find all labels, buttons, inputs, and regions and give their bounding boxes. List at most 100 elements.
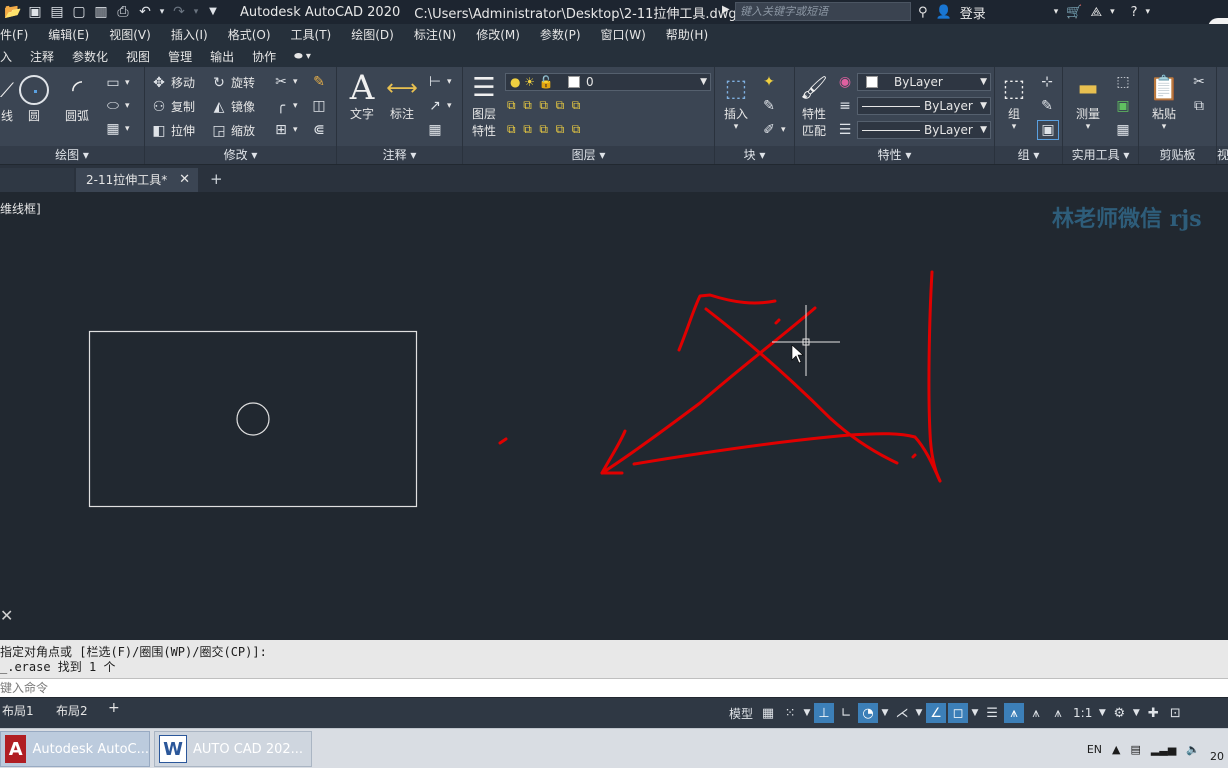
table-icon[interactable]: ▦ xyxy=(427,122,443,138)
polar-dropdown-icon[interactable]: ▼ xyxy=(880,703,890,723)
scale-button[interactable]: ◲ 缩放 xyxy=(211,122,255,139)
signal-icon[interactable]: ▂▃▅ xyxy=(1151,743,1176,756)
exchange-icon[interactable]: ⟁ xyxy=(1090,5,1102,20)
layout-tab-1[interactable]: 布局1 xyxy=(2,702,34,719)
stretch-button[interactable]: ◧ 拉伸 xyxy=(151,122,195,139)
menu-dimension[interactable]: 标注(N) xyxy=(404,26,466,43)
new-tab-plus-icon[interactable]: + xyxy=(210,170,223,188)
trim-button[interactable]: ✂ ▾ xyxy=(273,74,297,90)
drawn-rectangle[interactable] xyxy=(88,330,418,508)
fillet-button[interactable]: ╭ ▾ xyxy=(273,98,298,114)
isodraft-dropdown-icon[interactable]: ▼ xyxy=(914,703,924,723)
panel-title-group[interactable]: 组 ▾ xyxy=(995,146,1062,164)
calculator-icon[interactable]: ▦ xyxy=(1115,122,1131,138)
layer-dropdown[interactable]: ● ☀ 🔓 0 ▼ xyxy=(505,73,711,91)
lineweight-toggle-icon[interactable]: ☰ xyxy=(982,703,1002,723)
ribbon-toggle-icon[interactable]: ⬬ ▾ xyxy=(285,51,320,62)
tab-parametric[interactable]: 参数化 xyxy=(63,48,117,65)
layer-tools-row-1[interactable]: ⧉ ⧉ ⧉ ⧉ ⧉ xyxy=(507,98,580,113)
quick-select-icon[interactable]: ⬚ xyxy=(1115,74,1131,90)
object-snap-icon[interactable]: ◻ xyxy=(948,703,969,723)
panel-title-annotation[interactable]: 注释 ▾ xyxy=(337,146,462,164)
tab-collaborate[interactable]: 协作 xyxy=(243,48,285,65)
paste-tool[interactable]: 📋 粘贴 ▾ xyxy=(1147,71,1181,132)
drawing-canvas[interactable]: 维线框] 林老师微信 rjs ✕ xyxy=(0,193,1228,638)
array-button[interactable]: ⊞ ▾ xyxy=(273,122,297,138)
offset-button[interactable]: ⋐ xyxy=(311,122,327,138)
mirror-button[interactable]: ◭ 镜像 xyxy=(211,98,255,115)
redo-dropdown-icon[interactable]: ▾ xyxy=(192,3,200,21)
help-icon[interactable]: ? xyxy=(1131,5,1138,20)
input-language[interactable]: EN xyxy=(1087,743,1102,756)
linetype-icon[interactable]: ≡ xyxy=(837,98,853,114)
file-tab-active[interactable]: 2-11拉伸工具* ✕ xyxy=(76,168,198,192)
measure-tool[interactable]: ▬ 测量 ▾ xyxy=(1071,71,1105,133)
linetype-dropdown[interactable]: ByLayer ▼ xyxy=(857,97,991,115)
cart-icon[interactable]: 🛒 xyxy=(1066,5,1082,20)
panel-title-draw[interactable]: 绘图 ▾ xyxy=(0,146,144,164)
move-button[interactable]: ✥ 移动 xyxy=(151,74,195,91)
panel-title-layers[interactable]: 图层 ▾ xyxy=(463,146,714,164)
copy-clip-icon[interactable]: ⧉ xyxy=(1191,98,1207,114)
gear-dropdown-icon[interactable]: ▼ xyxy=(1131,703,1141,723)
auto-scale-icon[interactable]: ⩚ xyxy=(1026,703,1046,723)
help-dropdown-icon[interactable]: ▾ xyxy=(1146,7,1151,17)
menu-help[interactable]: 帮助(H) xyxy=(656,26,718,43)
close-icon[interactable]: ✕ xyxy=(179,168,190,192)
publish-icon[interactable]: ▥ xyxy=(92,3,110,21)
tab-manage[interactable]: 管理 xyxy=(159,48,201,65)
circle-tool[interactable]: 圆 xyxy=(17,73,51,124)
color-wheel-icon[interactable]: ◉ xyxy=(837,74,853,90)
cut-icon[interactable]: ✂ xyxy=(1191,74,1207,90)
exchange-dropdown-icon[interactable]: ▾ xyxy=(1110,7,1115,17)
layer-properties-tool[interactable]: ☰ 图层 特性 xyxy=(467,71,501,139)
group-tool[interactable]: ⬚ 组 ▾ xyxy=(997,71,1031,132)
panel-title-view[interactable]: 视 xyxy=(1217,146,1228,164)
clock[interactable]: 20 xyxy=(1210,750,1224,763)
grid-icon[interactable]: ▦ xyxy=(758,703,778,723)
ortho-icon[interactable]: ∟ xyxy=(836,703,856,723)
binoculars-icon[interactable]: ⚲ xyxy=(918,5,928,20)
web-icon[interactable]: ▢ xyxy=(70,3,88,21)
search-input[interactable]: 键入关键字或短语 xyxy=(735,2,911,21)
taskbar-word[interactable]: W AUTO CAD 202... xyxy=(154,731,312,767)
network-adapter-icon[interactable]: ▤ xyxy=(1131,743,1141,756)
rotate-button[interactable]: ↻ 旋转 xyxy=(211,74,255,91)
redo-icon[interactable]: ↷ xyxy=(170,3,188,21)
undo-icon[interactable]: ↶ xyxy=(136,3,154,21)
osnap-dropdown-icon[interactable]: ▼ xyxy=(970,703,980,723)
infer-constraints-icon[interactable]: ⊥ xyxy=(814,703,835,723)
group-edit-icon[interactable]: ✎ xyxy=(1039,98,1055,114)
linear-dim-icon[interactable]: ⊢ ▾ xyxy=(427,74,452,90)
lineweight-dropdown[interactable]: ByLayer ▼ xyxy=(857,121,991,139)
add-layout-plus-icon[interactable]: + xyxy=(108,700,120,716)
annotation-scale-icon[interactable]: ⩚ xyxy=(1048,703,1068,723)
color-dropdown[interactable]: ByLayer ▼ xyxy=(857,73,991,91)
text-tool[interactable]: A 文字 xyxy=(345,68,379,122)
ungroup-icon[interactable]: ⊹ xyxy=(1039,74,1055,90)
menu-tools[interactable]: 工具(T) xyxy=(281,26,342,43)
taskbar-autocad[interactable]: A Autodesk AutoC... xyxy=(0,731,150,767)
select-all-icon[interactable]: ▣ xyxy=(1115,98,1131,114)
rectangle-icon[interactable]: ▭ ▾ xyxy=(105,75,129,91)
scale-dropdown-icon[interactable]: ▼ xyxy=(1097,703,1107,723)
layer-tools-row-2[interactable]: ⧉ ⧉ ⧉ ⧉ ⧉ xyxy=(507,122,580,137)
panel-title-utilities[interactable]: 实用工具 ▾ xyxy=(1063,146,1138,164)
menu-view[interactable]: 视图(V) xyxy=(99,26,161,43)
panel-title-block[interactable]: 块 ▾ xyxy=(715,146,794,164)
panel-title-clipboard[interactable]: 剪贴板 xyxy=(1139,146,1216,164)
print-icon[interactable]: ⎙ xyxy=(114,3,132,21)
tab-output[interactable]: 输出 xyxy=(201,48,243,65)
menu-edit[interactable]: 编辑(E) xyxy=(38,26,99,43)
menu-modify[interactable]: 修改(M) xyxy=(466,26,530,43)
object-snap-tracking-icon[interactable]: ∠ xyxy=(926,703,947,723)
hatch-icon[interactable]: ⬭ ▾ xyxy=(105,98,130,114)
lineweight-icon[interactable]: ☰ xyxy=(837,122,853,138)
close-command-line-icon[interactable]: ✕ xyxy=(0,606,13,625)
snap-dropdown-icon[interactable]: ▼ xyxy=(802,703,812,723)
user-icon[interactable]: 👤 xyxy=(936,5,952,20)
edit-block-icon[interactable]: ✎ xyxy=(761,98,777,114)
menu-parametric[interactable]: 参数(P) xyxy=(530,26,591,43)
login-button[interactable]: 登录 xyxy=(960,3,986,22)
save-as-icon[interactable]: ▤ xyxy=(48,3,66,21)
